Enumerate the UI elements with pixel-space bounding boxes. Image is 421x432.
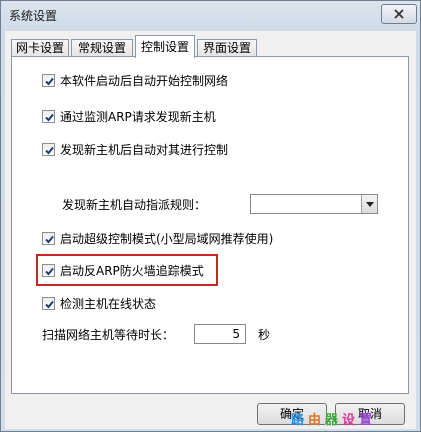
dropdown-button[interactable] <box>361 195 377 213</box>
tab-network-card[interactable]: 网卡设置 <box>11 39 69 57</box>
dialog-client: 网卡设置 常规设置 控制设置 界面设置 本软件启动后自动开始控制网络 通过监测A… <box>5 31 416 429</box>
tab-general[interactable]: 常规设置 <box>71 39 133 57</box>
window-title: 系统设置 <box>9 9 58 23</box>
option-auto-control-new[interactable]: 发现新主机后自动对其进行控制 <box>42 141 228 157</box>
scan-wait-row: 扫描网络主机等待时长： <box>42 326 174 342</box>
settings-dialog: 系统设置 网卡设置 常规设置 控制设置 界面设置 本软件启动后自动开始控制网络 … <box>0 0 421 432</box>
option-auto-start-control[interactable]: 本软件启动后自动开始控制网络 <box>42 72 228 88</box>
assign-rule-row: 发现新主机自动指派规则： <box>62 196 206 212</box>
checkmark-icon <box>45 300 54 308</box>
cancel-button[interactable]: 取消 <box>335 403 405 425</box>
checkmark-icon <box>45 267 54 275</box>
scan-wait-unit-row: 秒 <box>258 326 270 342</box>
assign-rule-select[interactable] <box>250 194 378 214</box>
title-bar[interactable]: 系统设置 <box>1 1 420 29</box>
option-label: 启动超级控制模式(小型局域网推荐使用) <box>60 231 274 246</box>
scan-wait-input[interactable]: 5 <box>194 324 246 344</box>
checkbox[interactable] <box>42 263 55 277</box>
tab-interface[interactable]: 界面设置 <box>197 39 257 57</box>
chevron-down-icon <box>365 201 374 207</box>
close-icon <box>394 9 404 19</box>
close-button[interactable] <box>381 4 417 24</box>
option-super-mode[interactable]: 启动超级控制模式(小型局域网推荐使用) <box>42 230 273 246</box>
checkmark-icon <box>45 113 54 121</box>
assign-rule-label: 发现新主机自动指派规则： <box>62 197 207 212</box>
checkmark-icon <box>45 146 54 154</box>
option-label: 检测主机在线状态 <box>60 296 157 311</box>
option-detect-online[interactable]: 检测主机在线状态 <box>42 295 156 311</box>
ok-button[interactable]: 确定 <box>257 403 327 425</box>
option-label: 启动反ARP防火墙追踪模式 <box>60 263 204 278</box>
option-anti-arp-firewall[interactable]: 启动反ARP防火墙追踪模式 <box>42 262 204 278</box>
option-label: 本软件启动后自动开始控制网络 <box>60 73 229 88</box>
scan-wait-unit: 秒 <box>258 327 271 342</box>
checkbox[interactable] <box>42 296 55 310</box>
control-settings-panel: 本软件启动后自动开始控制网络 通过监测ARP请求发现新主机 发现新主机后自动对其… <box>11 56 409 394</box>
checkmark-icon <box>45 235 54 243</box>
checkmark-icon <box>45 77 54 85</box>
scan-wait-label: 扫描网络主机等待时长： <box>42 327 175 342</box>
checkbox[interactable] <box>42 109 55 123</box>
option-label: 通过监测ARP请求发现新主机 <box>60 109 216 124</box>
checkbox[interactable] <box>42 73 55 87</box>
option-label: 发现新主机后自动对其进行控制 <box>60 142 229 157</box>
option-arp-discover[interactable]: 通过监测ARP请求发现新主机 <box>42 108 216 124</box>
tab-control[interactable]: 控制设置 <box>135 35 195 58</box>
checkbox[interactable] <box>42 231 55 245</box>
checkbox[interactable] <box>42 142 55 156</box>
